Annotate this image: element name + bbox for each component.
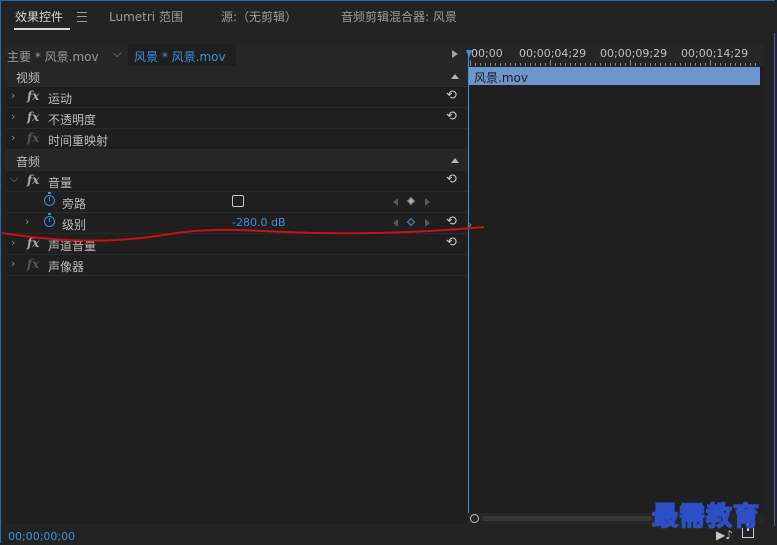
active-tab-indicator [14, 28, 70, 30]
fx-icon[interactable]: fx [27, 110, 39, 124]
hamburger-menu-icon[interactable] [77, 12, 87, 22]
timeline-area[interactable] [468, 44, 764, 524]
effect-row-opacity[interactable]: › fx 不透明度 ⟲ [6, 108, 468, 129]
timeline-clip-label: 风景.mov [474, 71, 528, 85]
ruler-ticks [470, 60, 756, 66]
tab-audio-clip-mixer[interactable]: 音频剪辑混合器: 风景 [341, 8, 457, 25]
effect-row-time-remap[interactable]: › fx 时间重映射 [6, 129, 468, 150]
effect-label-time-remap: 时间重映射 [48, 134, 109, 148]
playhead-handle[interactable] [466, 50, 472, 58]
chevron-right-icon[interactable]: › [11, 89, 15, 102]
collapse-up-icon[interactable] [451, 74, 459, 79]
effect-row-motion[interactable]: › fx 运动 ⟲ [6, 87, 468, 108]
sequence-clip-label[interactable]: 风景 * 风景.mov [134, 48, 226, 65]
playhead-line[interactable] [468, 50, 469, 516]
effect-label-opacity: 不透明度 [48, 113, 97, 127]
param-label-bypass: 旁路 [62, 197, 87, 211]
fx-icon[interactable]: fx [27, 89, 39, 103]
param-row-bypass[interactable]: 旁路 [6, 192, 468, 213]
watermark-logo: 最需教育 [651, 501, 761, 533]
tab-lumetri-scopes[interactable]: Lumetri 范围 [109, 8, 183, 25]
ruler-timecode: 00;00;09;29 [600, 47, 668, 60]
effect-label-volume: 音量 [48, 176, 73, 190]
fx-icon[interactable]: fx [27, 173, 39, 187]
tab-bar: 效果控件 Lumetri 范围 源:（无剪辑） 音频剪辑混合器: 风景 [1, 1, 776, 33]
section-label-video: 视频 [16, 71, 41, 85]
fx-icon: fx [27, 131, 40, 145]
fx-icon: fx [27, 257, 40, 271]
add-keyframe-icon[interactable] [406, 196, 416, 206]
tab-effect-controls[interactable]: 效果控件 [15, 8, 63, 25]
current-timecode[interactable]: 00;00;00;00 [8, 530, 75, 543]
bypass-checkbox[interactable] [232, 195, 244, 207]
collapse-up-icon[interactable] [451, 158, 459, 163]
red-annotation-stroke [1, 226, 485, 242]
tab-source[interactable]: 源:（无剪辑） [221, 8, 297, 25]
reset-icon[interactable]: ⟲ [446, 109, 457, 124]
effect-label-panner: 声像器 [48, 260, 85, 274]
audio-section-header[interactable]: 音频 [6, 150, 468, 171]
chevron-down-icon[interactable]: ⌵ [10, 172, 18, 186]
reset-icon[interactable]: ⟲ [446, 172, 457, 187]
chevron-right-icon[interactable]: › [11, 110, 15, 123]
chevron-right-icon[interactable]: › [11, 131, 15, 144]
next-keyframe-icon[interactable] [425, 198, 430, 206]
effect-row-panner[interactable]: › fx 声像器 [6, 255, 468, 276]
ruler-timecode: 00;00;14;29 [681, 47, 749, 60]
stopwatch-icon[interactable] [44, 192, 55, 206]
ruler-timecode: 00;00 [471, 47, 503, 60]
effect-label-motion: 运动 [48, 92, 73, 106]
chevron-down-icon[interactable]: ⌵ [113, 47, 121, 61]
play-triangle-icon[interactable] [452, 50, 458, 58]
zoom-scrollbar[interactable] [482, 516, 652, 521]
zoom-handle[interactable] [470, 514, 479, 523]
ruler-timecode: 00;00;04;29 [519, 47, 587, 60]
section-label-audio: 音频 [16, 155, 41, 169]
chevron-right-icon[interactable]: › [11, 257, 15, 270]
video-section-header[interactable]: 视频 [6, 66, 468, 87]
prev-keyframe-icon[interactable] [393, 198, 398, 206]
reset-icon[interactable]: ⟲ [446, 88, 457, 103]
master-clip-label[interactable]: 主要 * 风景.mov [7, 48, 99, 65]
effect-row-volume[interactable]: ⌵ fx 音量 ⟲ [6, 171, 468, 192]
